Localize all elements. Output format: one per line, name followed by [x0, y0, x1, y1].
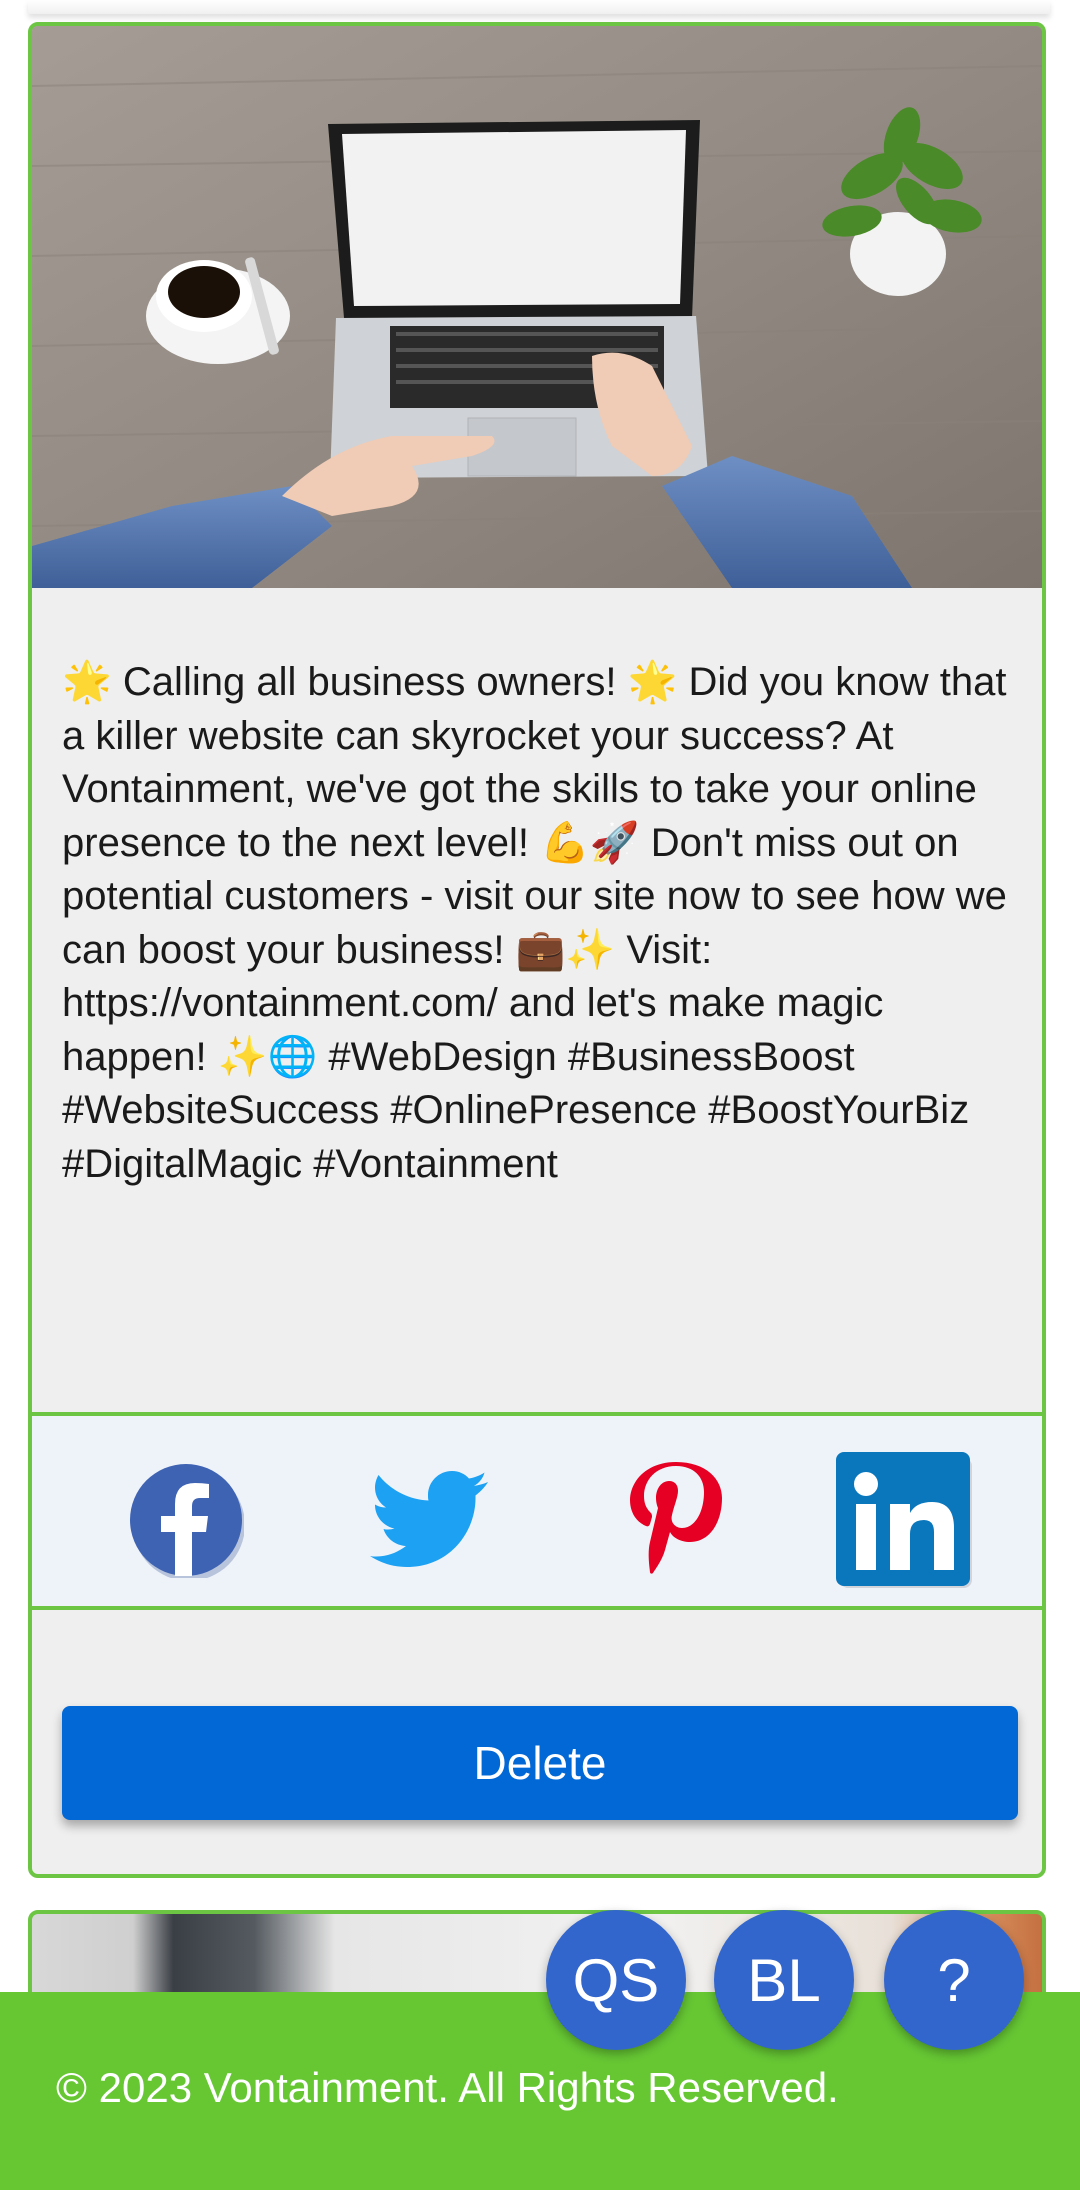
page: 🌟 Calling all business owners! 🌟 Did you… [0, 0, 1080, 2190]
post-text: 🌟 Calling all business owners! 🌟 Did you… [62, 660, 1018, 1186]
footer-copyright: © 2023 Vontainment. All Rights Reserved. [56, 2064, 839, 2111]
help-button[interactable]: ? [884, 1910, 1024, 2050]
share-linkedin-button[interactable] [836, 1452, 972, 1588]
laptop-desk-illustration [32, 26, 1042, 588]
twitter-icon [370, 1471, 488, 1567]
linkedin-icon [836, 1452, 972, 1588]
facebook-icon [130, 1464, 244, 1578]
share-bar [32, 1412, 1042, 1610]
share-pinterest-button[interactable] [606, 1452, 742, 1588]
previous-card-edge [28, 0, 1050, 14]
share-twitter-button[interactable] [362, 1452, 498, 1588]
bl-button[interactable]: BL [714, 1910, 854, 2050]
pinterest-icon [630, 1462, 722, 1574]
post-image [32, 26, 1042, 588]
post-card: 🌟 Calling all business owners! 🌟 Did you… [28, 22, 1046, 1878]
share-facebook-button[interactable] [118, 1452, 254, 1588]
delete-button[interactable]: Delete [62, 1706, 1018, 1820]
qs-button[interactable]: QS [546, 1910, 686, 2050]
